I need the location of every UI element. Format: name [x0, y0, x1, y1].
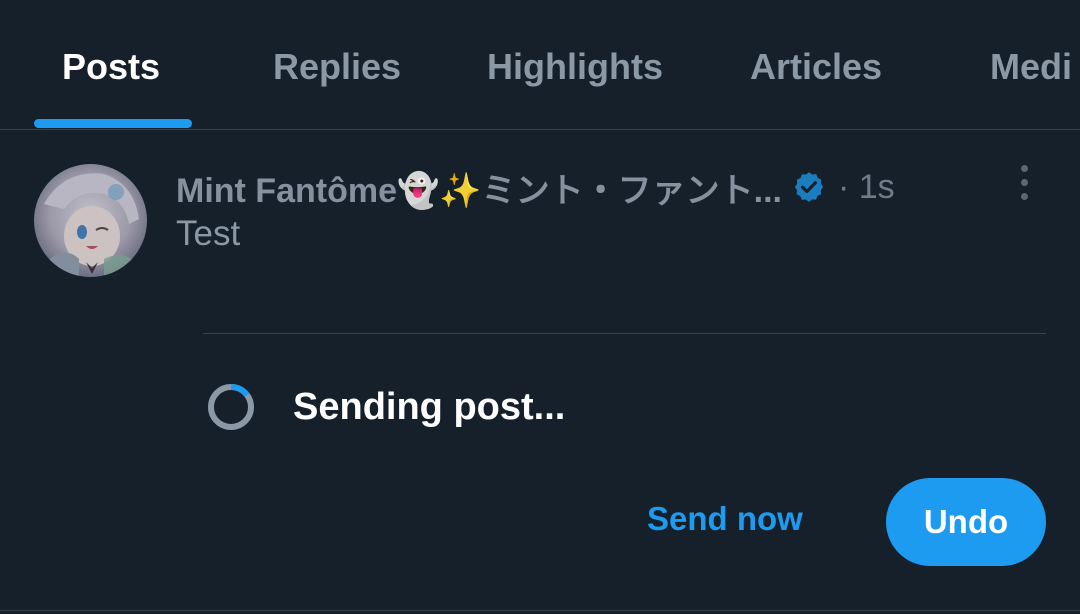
active-tab-indicator	[34, 119, 192, 128]
more-options-icon[interactable]	[1006, 160, 1042, 204]
sending-status-text: Sending post...	[293, 386, 566, 428]
verified-badge-icon	[792, 170, 826, 204]
post-timestamp[interactable]: · 1s	[838, 168, 895, 207]
profile-tabs: Posts Replies Highlights Articles Medi	[0, 0, 1080, 130]
post-display-name[interactable]: Mint Fantôme👻✨ミント・ファント...	[176, 163, 782, 212]
post-text: Test	[176, 214, 241, 253]
bottom-divider	[0, 610, 1080, 611]
profile-posts-view: Posts Replies Highlights Articles Medi M…	[0, 0, 1080, 614]
avatar[interactable]	[34, 164, 147, 277]
tab-replies[interactable]: Replies	[273, 42, 401, 92]
tab-highlights[interactable]: Highlights	[487, 42, 663, 92]
tab-posts[interactable]: Posts	[62, 42, 160, 92]
divider	[203, 333, 1046, 334]
post-header: Mint Fantôme👻✨ミント・ファント... · 1s	[176, 164, 895, 210]
tab-articles[interactable]: Articles	[750, 42, 882, 92]
tab-media[interactable]: Medi	[990, 42, 1072, 92]
undo-button[interactable]: Undo	[886, 478, 1046, 566]
loading-spinner-icon	[208, 384, 254, 430]
send-now-button[interactable]: Send now	[647, 500, 803, 538]
